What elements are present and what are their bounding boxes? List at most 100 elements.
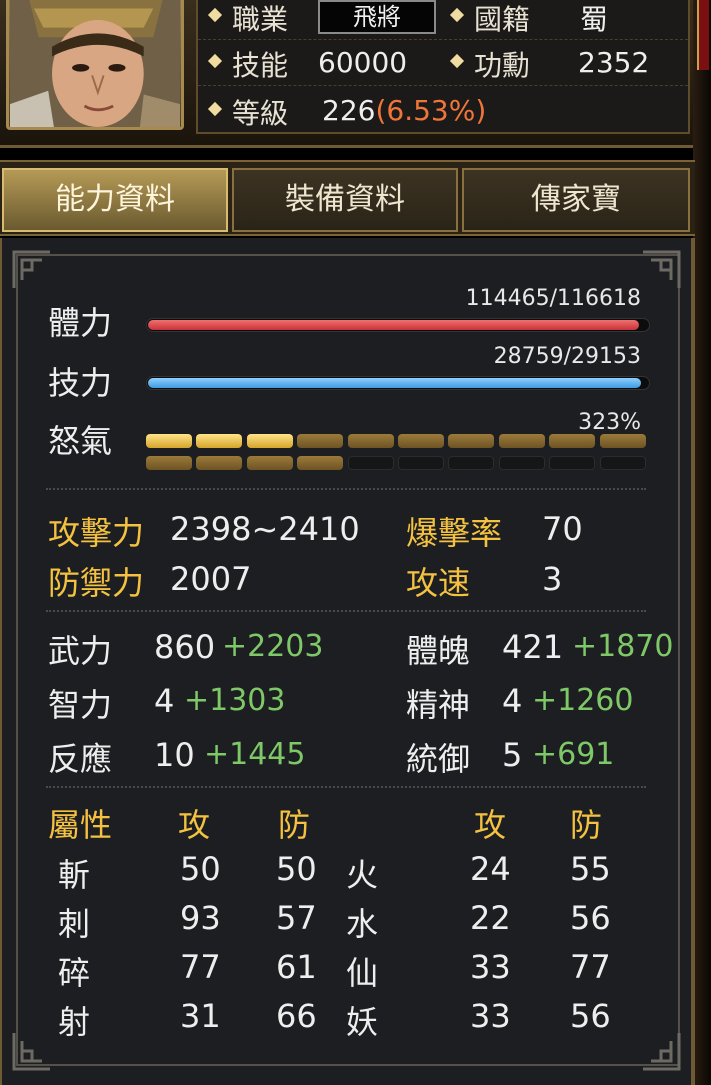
info-panel: 職業 飛將 國籍 蜀 技能 60000 功勳 2352 等級 226(6.53%… [196,0,690,134]
corner-ornament-icon [641,1031,681,1071]
element-atk: 33 [470,997,511,1035]
bullet-icon [207,53,223,69]
ref-label: 反應 [48,740,113,778]
element-name: 火 [346,856,379,894]
skill-label: 技能 [232,49,289,82]
rage-gauge [146,434,650,474]
rage-segment [146,456,192,470]
int-label: 智力 [48,686,113,724]
rage-segment [196,434,243,448]
element-header-def: 防 [278,806,311,844]
defense-label: 防禦力 [48,564,145,602]
rage-segment [599,456,646,470]
element-header-atk: 攻 [178,806,211,844]
rage-segment [448,456,495,470]
corner-ornament-icon [12,250,52,290]
speed-value: 3 [542,560,563,598]
rage-segment [549,456,596,470]
int-value: 4 [154,682,175,720]
element-name: 水 [346,905,379,943]
lead-bonus: +691 [532,737,615,772]
element-header-atk2: 攻 [474,806,507,844]
rage-value: 323% [578,410,641,435]
job-value: 飛將 [318,0,436,34]
element-name: 斬 [58,856,91,894]
rage-segment [498,456,545,470]
crit-label: 爆擊率 [406,514,503,552]
rage-segment [297,434,344,448]
spi-label: 精神 [406,686,471,724]
element-name: 仙 [346,954,379,992]
corner-ornament-icon [12,1031,52,1071]
int-bonus: +1303 [184,683,286,718]
element-atk: 50 [180,850,221,888]
rage-segment [398,434,444,448]
attack-value: 2398~2410 [170,510,360,548]
element-name: 碎 [58,954,91,992]
bullet-icon [449,53,465,69]
element-atk: 31 [180,997,221,1035]
nation-value: 蜀 [580,3,609,36]
element-name: 射 [58,1003,91,1041]
skill-value: 60000 [318,46,408,79]
rage-segment [347,456,394,470]
ability-panel: 體力 114465/116618 技力 28759/29153 怒氣 323% … [0,238,695,1085]
con-label: 體魄 [406,632,471,670]
job-label: 職業 [232,3,289,36]
tab-equipment[interactable]: 裝備資料 [232,168,458,232]
mp-label: 技力 [48,364,113,402]
rage-segment [246,456,293,470]
rage-segment [498,434,545,448]
str-label: 武力 [48,632,113,670]
divider [46,610,646,612]
element-atk: 22 [470,899,511,937]
element-atk: 24 [470,850,511,888]
spi-bonus: +1260 [532,683,634,718]
attack-label: 攻擊力 [48,514,145,552]
element-def: 56 [570,997,611,1035]
info-row-job: 職業 飛將 國籍 蜀 [198,0,688,40]
lead-label: 統御 [406,740,471,778]
hp-bar-fill [148,320,639,330]
character-portrait [6,0,184,130]
element-name: 刺 [58,905,91,943]
rage-segment [347,434,394,448]
info-row-skill: 技能 60000 功勳 2352 [198,42,688,86]
info-row-level: 等級 226(6.53%) [198,90,688,134]
hp-value: 114465/116618 [465,286,641,311]
mp-value: 28759/29153 [493,344,641,369]
element-header-attr: 屬性 [48,806,113,844]
rage-segment [196,456,243,470]
window-edge [693,0,711,1085]
con-bonus: +1870 [572,629,674,664]
element-def: 61 [276,948,317,986]
rage-segment [146,434,192,448]
speed-label: 攻速 [406,564,471,602]
element-def: 50 [276,850,317,888]
rage-segment [398,456,444,470]
element-header-def2: 防 [570,806,603,844]
level-value: 226(6.53%) [322,94,487,127]
element-def: 55 [570,850,611,888]
element-def: 66 [276,997,317,1035]
nation-label: 國籍 [474,3,531,36]
merit-value: 2352 [578,46,650,79]
level-percent: (6.53%) [375,94,487,127]
spi-value: 4 [502,682,523,720]
ref-value: 10 [154,736,195,774]
corner-ornament-icon [641,250,681,290]
element-atk: 93 [180,899,221,937]
rage-label: 怒氣 [48,422,113,460]
tab-heirloom[interactable]: 傳家寶 [462,168,690,232]
hp-bar [146,318,650,332]
ref-bonus: +1445 [204,737,306,772]
mp-bar [146,376,650,390]
level-label: 等級 [232,97,289,130]
rage-segment [448,434,495,448]
element-name: 妖 [346,1003,379,1041]
mp-bar-fill [148,378,642,388]
portrait-image [9,0,181,127]
bullet-icon [207,7,223,23]
hp-label: 體力 [48,304,113,342]
tab-ability[interactable]: 能力資料 [2,168,228,232]
